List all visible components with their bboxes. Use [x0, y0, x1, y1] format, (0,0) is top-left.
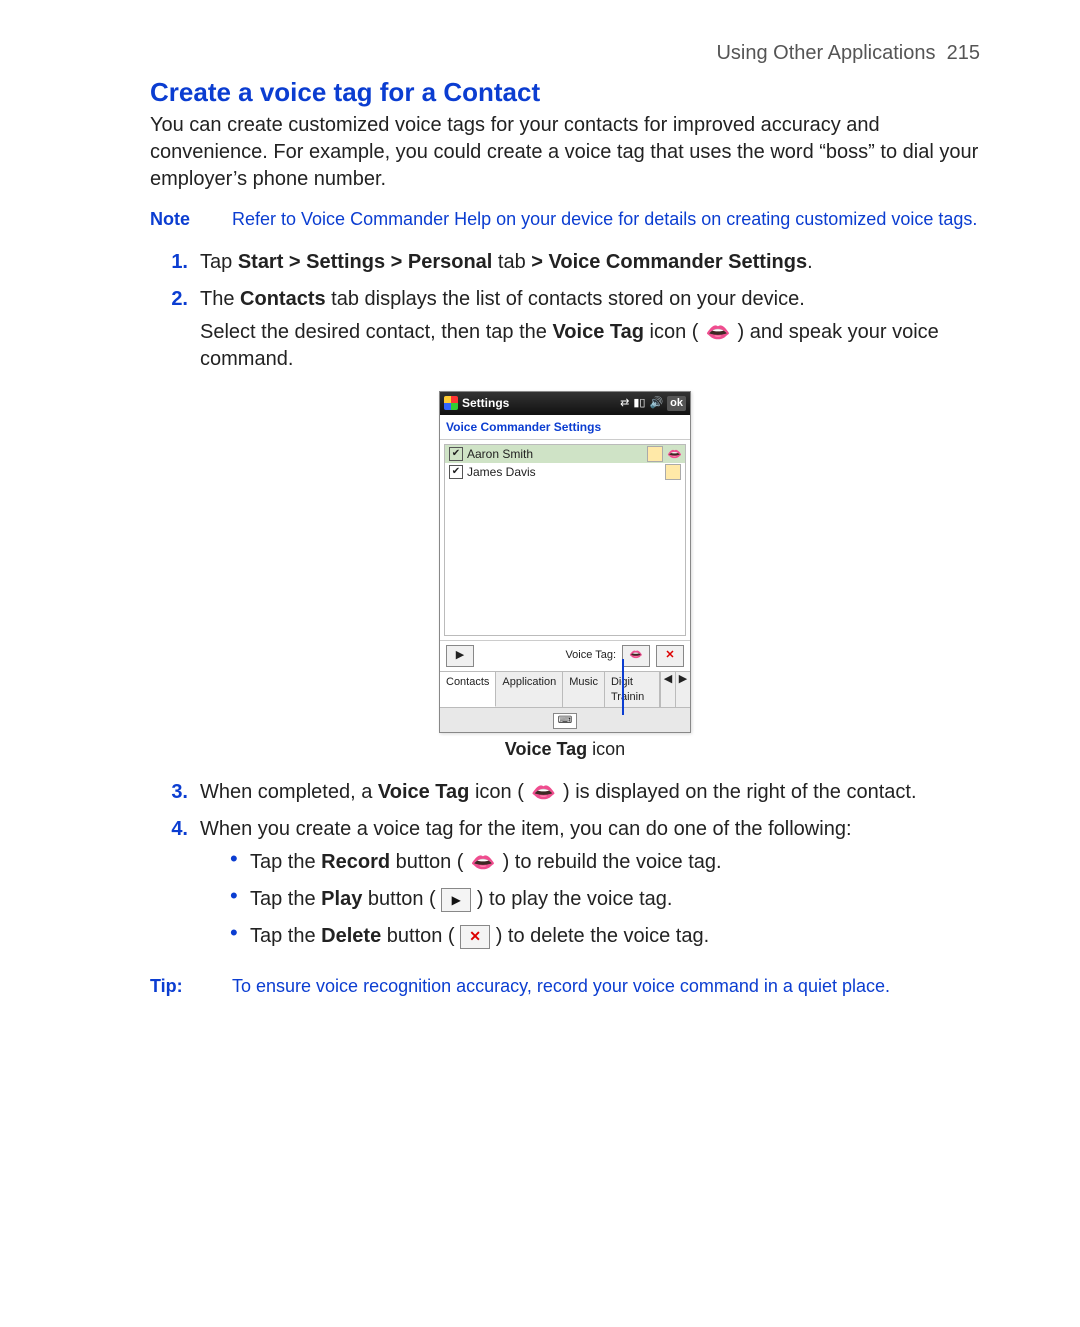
- sip-bar: ⌨: [440, 707, 690, 732]
- step-number: 2.: [150, 286, 200, 379]
- status-icons: ⇄ ▮▯ 🔊 ok: [620, 396, 686, 411]
- tip-block: Tip: To ensure voice recognition accurac…: [150, 974, 980, 998]
- intro-paragraph: You can create customized voice tags for…: [150, 112, 980, 193]
- play-icon: [441, 888, 471, 912]
- contacts-list[interactable]: ✔ Aaron Smith 👄 ✔ James Davis: [444, 444, 686, 636]
- record-voice-tag-button[interactable]: 👄: [622, 645, 650, 667]
- bullet-record: Tap the Record button ( 👄 ) to rebuild t…: [230, 849, 980, 876]
- signal-icon: ▮▯: [633, 396, 645, 411]
- tip-text: To ensure voice recognition accuracy, re…: [232, 974, 980, 998]
- contact-card-icon: [647, 446, 663, 462]
- voice-tag-icon: 👄: [667, 447, 681, 461]
- voice-tag-icon: 👄: [704, 322, 732, 344]
- device-screenshot: Settings ⇄ ▮▯ 🔊 ok Voice Commander Setti…: [439, 391, 691, 733]
- device-titlebar: Settings ⇄ ▮▯ 🔊 ok: [440, 392, 690, 414]
- bullet-play: Tap the Play button ( ) to play the voic…: [230, 886, 980, 913]
- figure-caption: Voice Tag icon: [505, 737, 625, 761]
- step-number: 1.: [150, 249, 200, 276]
- sync-icon: ⇄: [620, 396, 629, 411]
- device-figure: Settings ⇄ ▮▯ 🔊 ok Voice Commander Setti…: [150, 391, 980, 761]
- tab-digit-training[interactable]: Digit Trainin: [605, 672, 660, 708]
- steps-list-cont: 3. When completed, a Voice Tag icon ( 👄 …: [150, 779, 980, 964]
- action-bullets: Tap the Record button ( 👄 ) to rebuild t…: [200, 849, 980, 950]
- note-block: Note Refer to Voice Commander Help on yo…: [150, 207, 980, 231]
- callout-line: [622, 659, 624, 715]
- delete-icon: ✕: [460, 925, 490, 949]
- list-item[interactable]: ✔ James Davis: [445, 463, 685, 481]
- volume-icon: 🔊: [649, 396, 663, 411]
- screen-subheader: Voice Commander Settings: [440, 415, 690, 440]
- tab-application[interactable]: Application: [496, 672, 563, 708]
- list-item[interactable]: ✔ Aaron Smith 👄: [445, 445, 685, 463]
- contact-card-icon: [665, 464, 681, 480]
- contact-name: Aaron Smith: [467, 446, 533, 462]
- record-icon: 👄: [469, 852, 497, 874]
- checkbox-icon[interactable]: ✔: [449, 465, 463, 479]
- voice-tag-toolbar: ▶ Voice Tag: 👄 ✕: [440, 640, 690, 671]
- keyboard-icon[interactable]: ⌨: [553, 713, 577, 729]
- page-number: 215: [947, 42, 980, 64]
- tab-scroll-left[interactable]: ◀: [660, 672, 675, 708]
- step-number: 4.: [150, 816, 200, 964]
- step-number: 3.: [150, 779, 200, 806]
- tabs-bar: Contacts Application Music Digit Trainin…: [440, 671, 690, 708]
- step-3-body: When completed, a Voice Tag icon ( 👄 ) i…: [200, 779, 980, 806]
- voice-tag-icon: 👄: [529, 782, 557, 804]
- ok-button[interactable]: ok: [667, 396, 686, 411]
- checkbox-icon[interactable]: ✔: [449, 447, 463, 461]
- tip-label: Tip:: [150, 974, 200, 998]
- titlebar-title: Settings: [462, 395, 509, 411]
- steps-list: 1. Tap Start > Settings > Personal tab >…: [150, 249, 980, 379]
- contact-name: James Davis: [467, 464, 536, 480]
- voice-tag-label: Voice Tag:: [565, 648, 616, 663]
- tab-music[interactable]: Music: [563, 672, 605, 708]
- section-name: Using Other Applications: [716, 42, 935, 64]
- tab-scroll-right[interactable]: ▶: [675, 672, 690, 708]
- play-button[interactable]: ▶: [446, 645, 474, 667]
- tab-contacts[interactable]: Contacts: [440, 672, 496, 708]
- note-text: Refer to Voice Commander Help on your de…: [232, 207, 980, 231]
- page-title: Create a voice tag for a Contact: [150, 75, 980, 110]
- step-1-body: Tap Start > Settings > Personal tab > Vo…: [200, 249, 980, 276]
- step-4-body: When you create a voice tag for the item…: [200, 816, 980, 964]
- bullet-delete: Tap the Delete button ( ✕ ) to delete th…: [230, 923, 980, 950]
- page-header: Using Other Applications 215: [150, 40, 980, 67]
- delete-voice-tag-button[interactable]: ✕: [656, 645, 684, 667]
- start-flag-icon[interactable]: [444, 396, 458, 410]
- step-2-body: The Contacts tab displays the list of co…: [200, 286, 980, 379]
- note-label: Note: [150, 207, 200, 231]
